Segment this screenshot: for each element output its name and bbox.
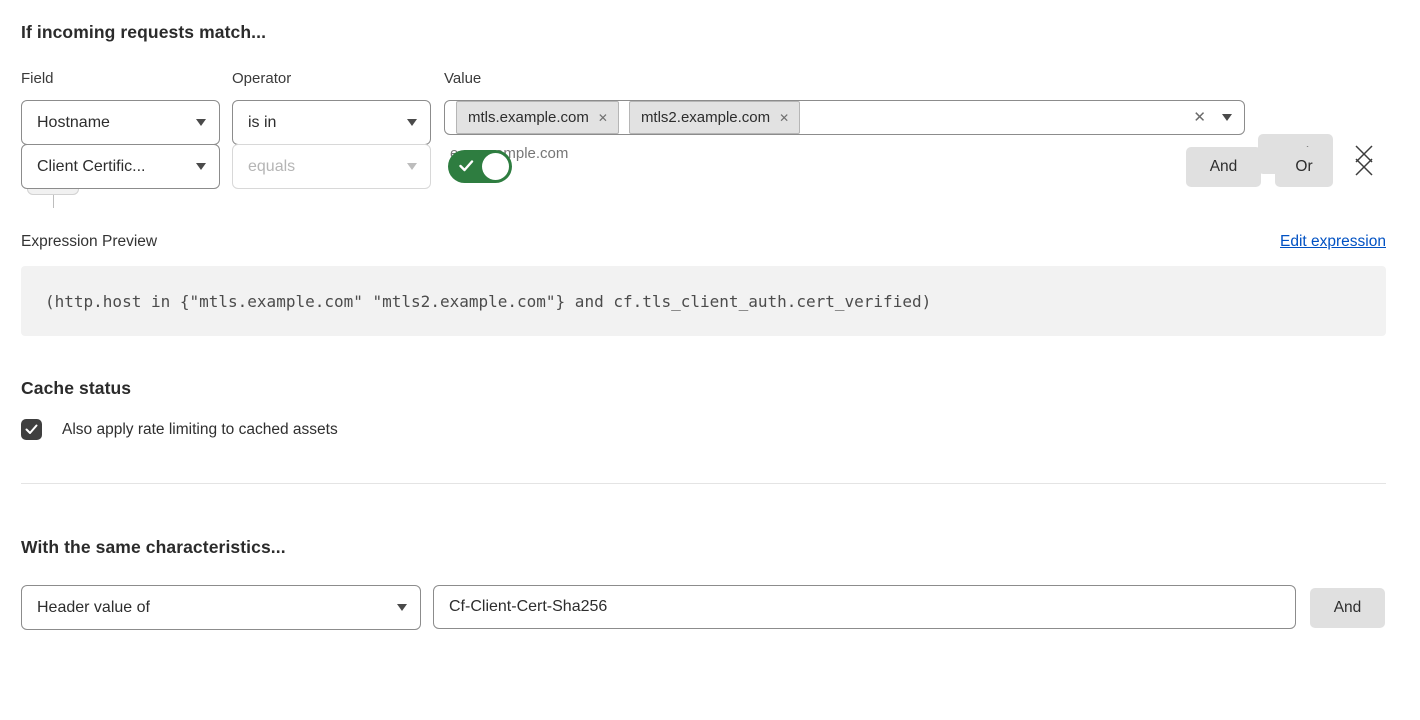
cache-checkbox-row: Also apply rate limiting to cached asset… [21,419,1386,440]
field-column-label: Field [21,70,232,87]
chevron-down-icon [196,119,206,126]
cache-section-heading: Cache status [21,378,1386,399]
delete-condition-icon[interactable] [1352,155,1376,179]
value-cell-1: mtls.example.com ✕ mtls2.example.com ✕ ✕… [444,100,1245,162]
value-helper-text: e.g. example.com [444,145,1245,162]
expression-preview-label: Expression Preview [21,233,157,251]
add-or-condition-button[interactable]: Or [1275,147,1333,187]
toggle-knob [482,153,509,180]
add-and-condition-button-2[interactable]: And [1186,147,1261,187]
cached-assets-checkbox[interactable] [21,419,42,440]
value-input-controls: ✕ [1193,110,1232,125]
chevron-down-icon [397,604,407,611]
expression-preview-header: Expression Preview Edit expression [21,233,1386,251]
rule-builder-page: If incoming requests match... Field Oper… [0,0,1420,630]
check-icon [25,424,38,435]
clear-values-icon[interactable]: ✕ [1193,110,1206,125]
chevron-down-icon [196,163,206,170]
operator-select-1-value: is in [248,114,399,132]
chevron-down-icon [407,163,417,170]
operator-select-2: equals [232,144,431,189]
characteristic-select[interactable]: Header value of [21,585,421,630]
chevron-down-icon [407,119,417,126]
characteristics-row: Header value of And [21,585,1386,630]
check-icon [459,160,474,172]
characteristic-select-value: Header value of [37,599,389,617]
value-tag: mtls.example.com ✕ [456,101,619,134]
remove-tag-icon[interactable]: ✕ [779,111,789,125]
operator-column-label: Operator [232,70,444,87]
chevron-down-icon[interactable] [1222,114,1232,121]
boolean-value-toggle[interactable] [448,150,512,183]
field-select-1[interactable]: Hostname [21,100,220,145]
header-name-input[interactable] [433,585,1296,629]
column-labels: Field Operator Value [21,70,1386,87]
connector-line-bottom [53,195,54,208]
field-select-2-value: Client Certific... [37,158,188,176]
cached-assets-label: Also apply rate limiting to cached asset… [62,421,338,439]
section-divider [21,483,1386,484]
match-section-heading: If incoming requests match... [21,22,1386,43]
value-multiselect[interactable]: mtls.example.com ✕ mtls2.example.com ✕ ✕ [444,100,1245,135]
characteristics-heading: With the same characteristics... [21,537,1386,558]
operator-select-1[interactable]: is in [232,100,431,145]
value-tag-text: mtls.example.com [468,109,589,126]
add-characteristic-button[interactable]: And [1310,588,1385,628]
operator-select-2-value: equals [248,158,399,176]
field-select-2[interactable]: Client Certific... [21,144,220,189]
edit-expression-link[interactable]: Edit expression [1280,233,1386,251]
value-tag-text: mtls2.example.com [641,109,770,126]
field-select-1-value: Hostname [37,114,188,132]
value-tag: mtls2.example.com ✕ [629,101,800,134]
value-column-label: Value [444,70,481,87]
expression-code: (http.host in {"mtls.example.com" "mtls2… [21,266,1386,336]
remove-tag-icon[interactable]: ✕ [598,111,608,125]
